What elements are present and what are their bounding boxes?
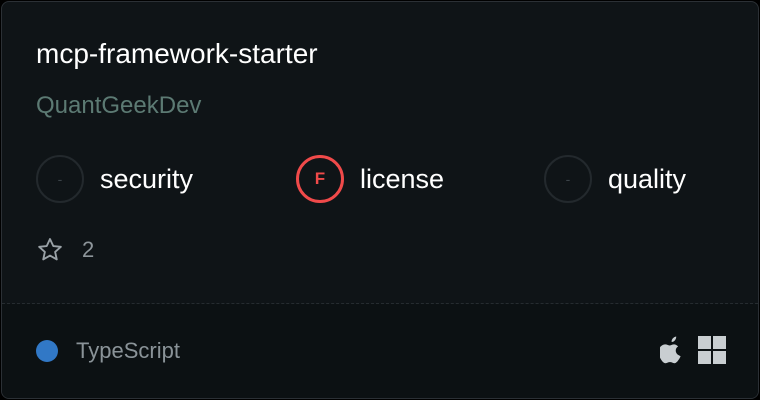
license-label: license	[360, 163, 445, 194]
license-grade-badge: F	[296, 155, 344, 203]
security-grade-badge: -	[36, 155, 84, 203]
star-count: 2	[36, 236, 94, 264]
repo-owner[interactable]: QuantGeekDev	[36, 90, 201, 122]
security-score: - security	[36, 155, 193, 203]
windows-icon	[698, 336, 726, 364]
language-name: TypeScript	[76, 338, 180, 363]
star-outline-icon	[36, 236, 64, 264]
quality-grade-badge: -	[544, 155, 592, 203]
repo-card[interactable]: mcp-framework-starter QuantGeekDev - sec…	[1, 1, 759, 399]
apple-icon	[660, 336, 684, 364]
quality-label: quality	[608, 163, 687, 194]
security-label: security	[100, 163, 194, 194]
repo-name[interactable]: mcp-framework-starter	[36, 36, 318, 72]
platform-icons	[660, 336, 726, 364]
quality-score: - quality	[544, 155, 686, 203]
license-score: F license	[296, 155, 444, 203]
language-color-dot	[36, 340, 58, 362]
star-count-value: 2	[82, 237, 95, 262]
